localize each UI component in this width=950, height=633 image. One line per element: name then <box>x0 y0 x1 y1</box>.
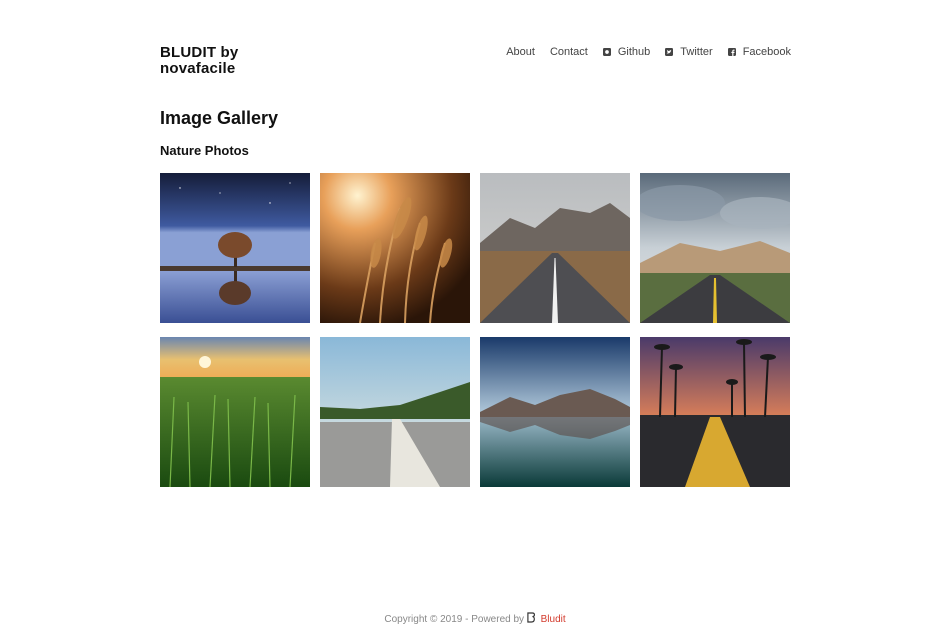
gallery-image-tree-reflection[interactable] <box>160 173 310 323</box>
gallery-image-palm-road[interactable] <box>640 337 790 487</box>
bludit-logo-icon <box>527 612 535 623</box>
nav-facebook-label: Facebook <box>742 46 791 58</box>
gallery-image-cloudy-road[interactable] <box>640 173 790 323</box>
site-footer: Copyright © 2019 - Powered by Bludit <box>0 612 950 625</box>
nav-github-link[interactable]: Github <box>602 46 651 58</box>
nav-twitter-link[interactable]: Twitter <box>665 46 713 58</box>
nav-github-label: Github <box>617 46 651 58</box>
nav-about-label: About <box>506 46 535 58</box>
page-title: Image Gallery <box>160 108 279 128</box>
nav-facebook-link[interactable]: Facebook <box>727 46 791 58</box>
gallery-image-road-closeup[interactable] <box>320 337 470 487</box>
footer-copyright: Copyright © 2019 - Powered by <box>384 614 525 625</box>
nav-about-link[interactable]: About <box>506 46 535 58</box>
nav-contact-label: Contact <box>549 46 588 58</box>
github-icon <box>602 48 611 56</box>
gallery-image-mountain-lake[interactable] <box>480 337 630 487</box>
nav-contact-link[interactable]: Contact <box>550 46 588 58</box>
twitter-icon <box>665 48 674 56</box>
bludit-link[interactable]: Bludit <box>541 614 566 625</box>
gallery-image-mountain-road[interactable] <box>480 173 630 323</box>
image-gallery-grid <box>160 173 791 487</box>
facebook-icon <box>727 48 736 56</box>
gallery-image-golden-grass[interactable] <box>320 173 470 323</box>
album-title: Nature Photos <box>160 143 249 158</box>
gallery-image-green-grass[interactable] <box>160 337 310 487</box>
main-nav: About Contact Github Twitter Facebook <box>506 46 791 58</box>
nav-twitter-label: Twitter <box>680 46 713 58</box>
site-title-link[interactable]: BLUDIT by novafacile <box>160 45 300 77</box>
